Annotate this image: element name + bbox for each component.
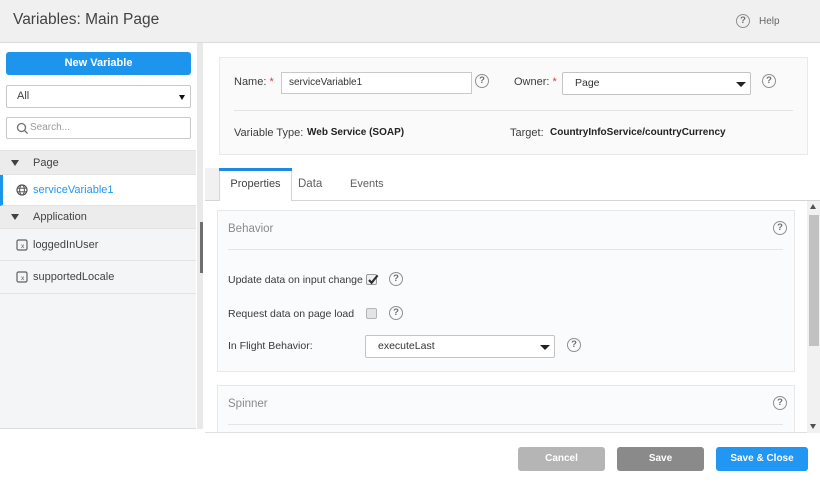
svg-text:x: x — [21, 243, 25, 250]
svg-text:x: x — [21, 275, 25, 282]
